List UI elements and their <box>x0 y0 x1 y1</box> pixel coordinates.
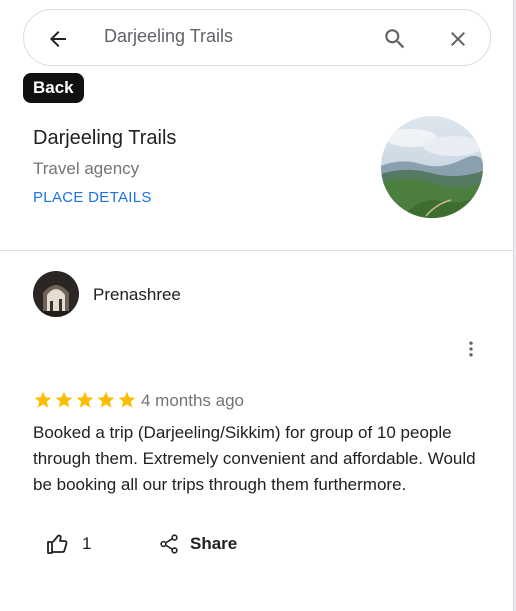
reviewer-name[interactable]: Prenashree <box>93 285 181 305</box>
close-icon <box>451 32 465 46</box>
place-review-panel: Back Darjeeling Trails Travel agency PLA… <box>0 0 514 611</box>
place-photo[interactable] <box>381 116 483 218</box>
star-icon <box>118 391 136 408</box>
clear-search-button[interactable] <box>444 25 472 53</box>
place-details-link[interactable]: PLACE DETAILS <box>33 189 152 206</box>
arrow-left-icon <box>50 31 66 47</box>
share-icon <box>160 534 178 554</box>
star-rating <box>33 390 137 410</box>
search-input[interactable] <box>104 26 364 47</box>
share-label: Share <box>190 534 238 553</box>
search-bar <box>23 9 491 66</box>
more-vertical-icon <box>469 341 473 357</box>
star-icon <box>97 391 115 408</box>
reviewer-avatar[interactable] <box>33 271 79 317</box>
star-icon <box>76 391 94 408</box>
like-button[interactable]: 1 <box>46 530 91 558</box>
star-icon <box>34 391 52 408</box>
section-divider <box>0 250 513 251</box>
review-text: Booked a trip (Darjeeling/Sikkim) for gr… <box>33 423 476 494</box>
place-name: Darjeeling Trails <box>33 127 177 149</box>
search-icon <box>385 29 405 49</box>
reviewer-photo <box>33 271 79 317</box>
review-time: 4 months ago <box>141 391 245 410</box>
review-more-options-button[interactable] <box>458 336 484 362</box>
star-icon <box>55 391 73 408</box>
back-tooltip: Back <box>23 73 84 103</box>
search-button[interactable] <box>381 25 409 53</box>
thumbs-up-icon <box>47 534 68 554</box>
like-count: 1 <box>82 534 92 553</box>
mountain-landscape-image <box>381 116 483 218</box>
place-category: Travel agency <box>33 159 140 178</box>
share-button[interactable]: Share <box>158 530 237 558</box>
back-button[interactable] <box>44 25 72 53</box>
